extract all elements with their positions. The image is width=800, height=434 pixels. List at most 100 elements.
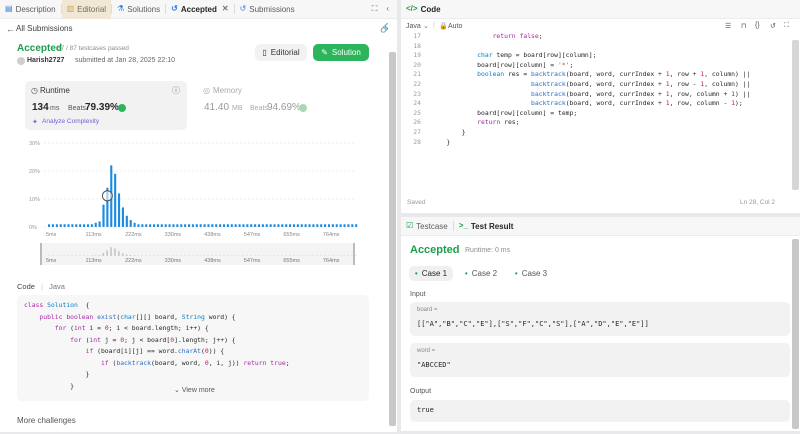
editor-lines[interactable]: 17 return false; 18 19 char temp = board[r… — [401, 32, 790, 152]
chart-bar — [67, 224, 70, 227]
editor-line: 21 boolean res = backtrack(board, word, … — [401, 70, 790, 80]
editor-line: 17 return false; — [401, 32, 790, 42]
back-arrow-icon[interactable]: ← — [6, 24, 15, 34]
fullscreen-icon[interactable]: ⛶ — [784, 22, 789, 30]
tab-code[interactable]: </> Code — [401, 0, 446, 19]
divider: | — [433, 22, 435, 29]
expand-icon[interactable]: ⛶ — [372, 5, 378, 13]
x-tick-label: 330ms — [165, 232, 182, 238]
output-box[interactable]: true — [410, 400, 790, 422]
board-input-box[interactable]: board = [["A","B","C","E"],["S","F","C",… — [410, 302, 790, 336]
submission-detail: ← All Submissions 🔗 Accepted 87 / 87 tes… — [0, 19, 388, 432]
format-icon[interactable]: ☰ — [725, 22, 731, 30]
book-icon: ▯ — [262, 47, 267, 57]
tab-accepted[interactable]: ↺ Accepted ✕ — [166, 0, 233, 19]
case-1-tab[interactable]: • Case 1 — [409, 266, 453, 281]
runtime-unit: ms — [50, 105, 60, 112]
code-line: if (board[i][j] == word.charAt(0)) { — [85, 347, 225, 355]
tab-solutions[interactable]: ⚗ Solutions — [112, 0, 165, 19]
tab-description[interactable]: ▤ Description — [0, 0, 61, 19]
line-text: } — [431, 127, 466, 136]
line-number: 28 — [413, 137, 421, 146]
auto-mode[interactable]: Auto — [448, 23, 462, 30]
chart-bar — [300, 224, 303, 227]
chart-bar — [86, 224, 90, 227]
code-line: class Solution { — [24, 301, 90, 309]
dot-icon: • — [464, 269, 468, 278]
memory-card[interactable]: ◎ Memory 41.40 MB Beats 94.69% — [193, 81, 353, 130]
result-runtime: Runtime: 0 ms — [465, 247, 511, 254]
test-result-panel: ☑ Testcase >_ Test Result Accepted Runti… — [401, 217, 800, 431]
editorial-button[interactable]: ▯ Editorial — [255, 44, 307, 61]
view-more-button[interactable]: ⌄ View more — [174, 386, 215, 394]
range-mini-bar — [125, 254, 128, 256]
range-mini-bar — [110, 247, 112, 256]
code-label: Code — [17, 282, 35, 291]
tab-testcase[interactable]: ☑ Testcase — [401, 217, 453, 236]
case-3-tab[interactable]: • Case 3 — [509, 266, 553, 281]
board-value: [["A","B","C","E"],["S","F","C","S"],["A… — [417, 320, 649, 328]
braces-icon[interactable]: {} — [755, 22, 760, 29]
chart-bar — [160, 224, 163, 227]
chevron-down-icon: ⌄ — [423, 23, 429, 30]
sparkle-icon: ✦ — [32, 119, 38, 126]
chart-bar — [117, 193, 121, 227]
left-scrollbar[interactable] — [389, 52, 396, 426]
line-text: } — [431, 137, 451, 146]
test-scrollbar[interactable] — [792, 239, 799, 429]
current-runtime-marker — [101, 190, 113, 202]
editor-line: 18 — [401, 42, 790, 52]
collapse-icon[interactable]: ‹ — [386, 5, 389, 13]
editor-scrollbar[interactable] — [792, 40, 799, 190]
submitted-code-block[interactable]: class Solution { public boolean exist(ch… — [17, 295, 369, 401]
bookmark-icon[interactable]: ⊓ — [741, 22, 746, 30]
chart-bar — [347, 224, 350, 227]
word-input-box[interactable]: word = "ABCCED" — [410, 343, 790, 377]
line-number: 24 — [413, 99, 421, 108]
word-value: "ABCCED" — [417, 361, 451, 369]
runtime-card[interactable]: ◷ Runtime ⓘ 134 ms Beats 79.39% ✦ Analyz… — [25, 81, 187, 130]
runtime-distribution-chart[interactable]: 30% 20% 10% 0% 5ms 113ms 222ms 330ms 438ms 547ms 6… — [20, 137, 360, 287]
range-mini-bar — [106, 250, 109, 256]
language-select[interactable]: Java — [406, 23, 421, 30]
x-tick-label: 113ms — [86, 232, 102, 238]
x-tick-label: 222ms — [125, 232, 142, 238]
chevron-down-icon: ⌄ — [174, 387, 180, 394]
badge-icon — [299, 104, 307, 112]
tab-submissions[interactable]: ↺ Submissions — [235, 0, 300, 19]
tab-editorial[interactable]: ▥ Editorial — [61, 0, 112, 19]
chart-bar — [296, 224, 299, 227]
runtime-value: 134 — [32, 102, 49, 113]
chart-bar — [156, 224, 159, 227]
chart-bar — [191, 224, 194, 227]
chart-bar — [137, 224, 140, 227]
chart-bar — [75, 224, 78, 227]
close-icon[interactable]: ✕ — [222, 5, 229, 13]
chart-bar — [269, 224, 272, 227]
range-mini-bar — [98, 255, 101, 256]
reset-icon[interactable]: ↺ — [770, 22, 776, 30]
chart-bar — [211, 224, 214, 227]
chart-bar — [79, 224, 82, 227]
info-icon[interactable]: ⓘ — [172, 85, 180, 96]
all-submissions-link[interactable]: All Submissions — [16, 24, 72, 33]
result-status: Accepted — [410, 244, 460, 256]
flask-icon: ⚗ — [117, 4, 125, 13]
username[interactable]: Harish2727 — [27, 57, 64, 64]
case-2-tab[interactable]: • Case 2 — [459, 266, 503, 281]
solution-button[interactable]: ✎ Solution — [313, 44, 369, 61]
line-number: 26 — [413, 118, 421, 127]
chart-bar — [265, 224, 268, 227]
copy-link-icon[interactable]: 🔗 — [380, 23, 388, 34]
editor-line: 20 board[row][column] = '*'; — [401, 61, 790, 71]
chart-bar — [327, 224, 331, 227]
runtime-label: Runtime — [40, 86, 70, 95]
range-tick-label: 438ms — [204, 258, 221, 264]
editor-line: 28 } — [401, 138, 790, 148]
analyze-complexity-link[interactable]: Analyze Complexity — [42, 118, 99, 125]
tab-test-result[interactable]: >_ Test Result — [454, 217, 519, 236]
code-language: Java — [49, 282, 65, 291]
chart-bar — [281, 224, 284, 227]
editor-line: 19 char temp = board[row][column]; — [401, 51, 790, 61]
line-number: 20 — [413, 60, 421, 69]
